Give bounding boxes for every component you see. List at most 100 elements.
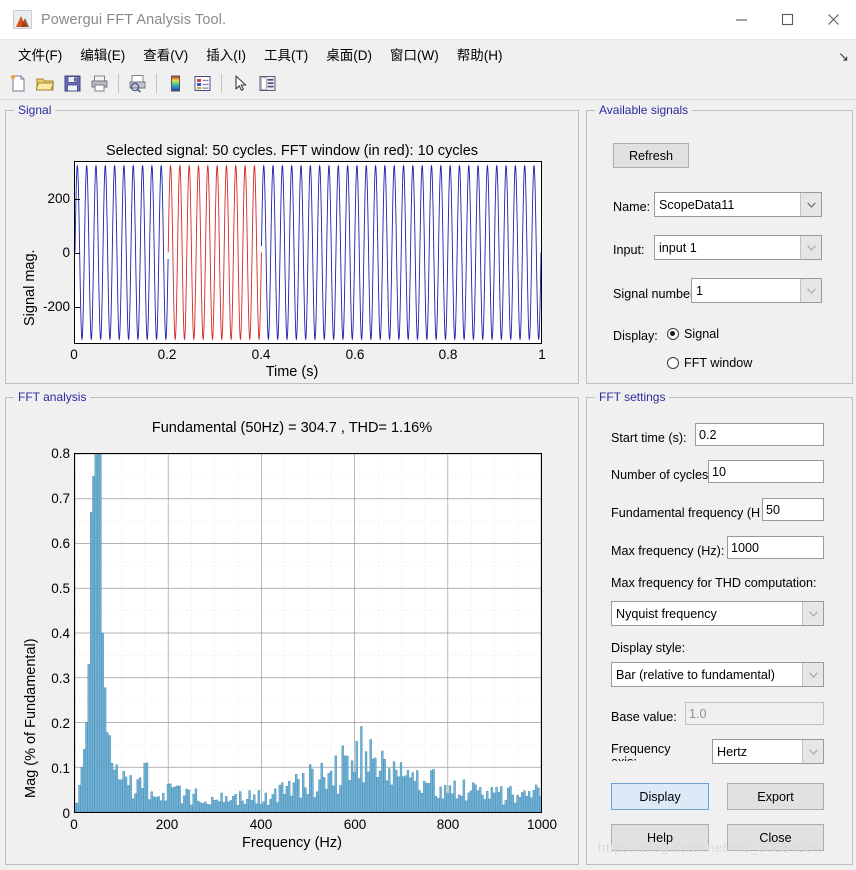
max-frequency-label: Max frequency (Hz):: [611, 544, 725, 558]
radio-display-signal[interactable]: Signal: [667, 327, 719, 341]
signal-ytickmark-neg200: [74, 307, 80, 308]
toolbar-separator-3: [221, 74, 222, 93]
input-label: Input:: [613, 243, 645, 257]
radio-display-fft-window-label: FFT window: [684, 356, 753, 370]
fft-settings-panel: FFT settings Start time (s): 0.2 Number …: [586, 390, 853, 865]
menu-help[interactable]: 帮助(H): [448, 41, 512, 67]
base-value-label: Base value:: [611, 710, 677, 724]
open-file-icon[interactable]: [33, 71, 58, 96]
signal-ytick-0: 0: [62, 245, 70, 260]
fft-xtick-1000: 1000: [526, 817, 558, 832]
number-of-cycles-label: Number of cycles: [611, 468, 709, 482]
start-time-value: 0.2: [699, 427, 717, 442]
signal-panel: Signal Selected signal: 50 cycles. FFT w…: [5, 103, 579, 384]
signal-waveform: [75, 162, 541, 343]
save-figure-icon[interactable]: [60, 71, 85, 96]
fft-xtick-0: 0: [70, 817, 78, 832]
plot-browser-icon[interactable]: [255, 71, 280, 96]
start-time-label: Start time (s):: [611, 431, 687, 445]
chevron-down-icon[interactable]: [802, 663, 823, 686]
signal-name-select[interactable]: ScopeData11: [654, 192, 822, 217]
menu-overflow-arrow-icon[interactable]: ↘: [838, 49, 849, 65]
signal-panel-title: Signal: [14, 103, 56, 117]
display-button[interactable]: Display: [611, 783, 709, 810]
thd-max-frequency-label: Max frequency for THD computation:: [611, 576, 817, 590]
chevron-down-icon[interactable]: [800, 279, 821, 302]
thd-max-frequency-select[interactable]: Nyquist frequency: [611, 601, 824, 626]
fft-xtick-400: 400: [249, 817, 273, 832]
menu-desktop[interactable]: 桌面(D): [317, 41, 381, 67]
signal-number-select[interactable]: 1: [691, 278, 822, 303]
frequency-axis-value: Hertz: [717, 744, 748, 759]
radio-display-signal-label: Signal: [684, 327, 720, 341]
fft-xtick-200: 200: [155, 817, 179, 832]
fundamental-frequency-value: 50: [766, 502, 781, 517]
chevron-down-icon[interactable]: [800, 236, 821, 259]
menu-window[interactable]: 窗口(W): [381, 41, 448, 67]
fft-ytick-0p7: 0.7: [51, 491, 70, 506]
fft-ytick-0p2: 0.2: [51, 716, 70, 731]
print-preview-icon[interactable]: [125, 71, 150, 96]
signal-number-label: Signal number: [613, 287, 695, 301]
colorbar-icon[interactable]: [163, 71, 188, 96]
fft-ytick-0p5: 0.5: [51, 581, 70, 596]
chevron-down-icon[interactable]: [802, 740, 823, 763]
fft-ytick-0p3: 0.3: [51, 671, 70, 686]
menu-view[interactable]: 查看(V): [134, 41, 197, 67]
fundamental-frequency-input[interactable]: 50: [762, 498, 824, 521]
menu-insert[interactable]: 插入(I): [197, 41, 255, 67]
menu-file[interactable]: 文件(F): [9, 41, 71, 67]
close-button[interactable]: [810, 0, 856, 39]
signal-xtick-1: 1: [538, 347, 546, 362]
legend-icon[interactable]: [190, 71, 215, 96]
signal-xtick-0p6: 0.6: [345, 347, 365, 362]
window-controls: [718, 0, 856, 39]
display-style-select[interactable]: Bar (relative to fundamental): [611, 662, 824, 687]
signal-xtick-0: 0: [70, 347, 78, 362]
fundamental-frequency-label: Fundamental frequency (H: [611, 506, 761, 520]
minimize-button[interactable]: [718, 0, 764, 39]
frequency-axis-label: Frequency axis:: [611, 743, 671, 761]
fft-settings-title: FFT settings: [595, 390, 670, 404]
number-of-cycles-input[interactable]: 10: [708, 460, 824, 483]
input-value: input 1: [659, 240, 697, 255]
max-frequency-input[interactable]: 1000: [727, 536, 824, 559]
refresh-button[interactable]: Refresh: [613, 143, 689, 168]
chevron-down-icon[interactable]: [800, 193, 821, 216]
fft-ytick-0p6: 0.6: [51, 536, 70, 551]
menu-tools[interactable]: 工具(T): [255, 41, 317, 67]
print-figure-icon[interactable]: [87, 71, 112, 96]
signal-chart-title: Selected signal: 50 cycles. FFT window (…: [105, 143, 479, 159]
pointer-icon[interactable]: [228, 71, 253, 96]
fft-ytick-0p1: 0.1: [51, 761, 70, 776]
start-time-input[interactable]: 0.2: [695, 423, 824, 446]
signal-plot-area[interactable]: [74, 161, 542, 344]
export-button[interactable]: Export: [727, 783, 824, 810]
display-label: Display:: [613, 329, 658, 343]
base-value-input: 1.0: [685, 702, 824, 725]
signal-name-value: ScopeData11: [659, 197, 735, 212]
name-label: Name:: [613, 200, 651, 214]
title-bar: Powergui FFT Analysis Tool.: [0, 0, 856, 40]
chevron-down-icon[interactable]: [802, 602, 823, 625]
matlab-icon: [13, 10, 32, 29]
thd-max-frequency-value: Nyquist frequency: [616, 606, 717, 621]
menu-edit[interactable]: 编辑(E): [71, 41, 134, 67]
radio-display-fft-window[interactable]: FFT window: [667, 356, 752, 370]
toolbar-separator-1: [118, 74, 119, 93]
signal-ytick-200: 200: [47, 191, 70, 206]
fft-plot-area[interactable]: [74, 453, 542, 813]
menu-bar: 文件(F) 编辑(E) 查看(V) 插入(I) 工具(T) 桌面(D) 窗口(W…: [0, 40, 856, 68]
signal-ytickmark-0: [74, 253, 80, 254]
watermark: https://blog.csdn.net/m0_50854084: [598, 840, 821, 855]
new-figure-icon[interactable]: [6, 71, 31, 96]
fft-xtick-800: 800: [436, 817, 460, 832]
input-select[interactable]: input 1: [654, 235, 822, 260]
fft-analysis-panel: FFT analysis Fundamental (50Hz) = 304.7 …: [5, 390, 579, 865]
signal-y-axis-label: Signal mag.: [22, 249, 38, 326]
signal-ytickmark-200: [74, 199, 80, 200]
max-frequency-value: 1000: [731, 540, 760, 555]
maximize-button[interactable]: [764, 0, 810, 39]
frequency-axis-select[interactable]: Hertz: [712, 739, 824, 764]
toolbar: [0, 68, 856, 100]
